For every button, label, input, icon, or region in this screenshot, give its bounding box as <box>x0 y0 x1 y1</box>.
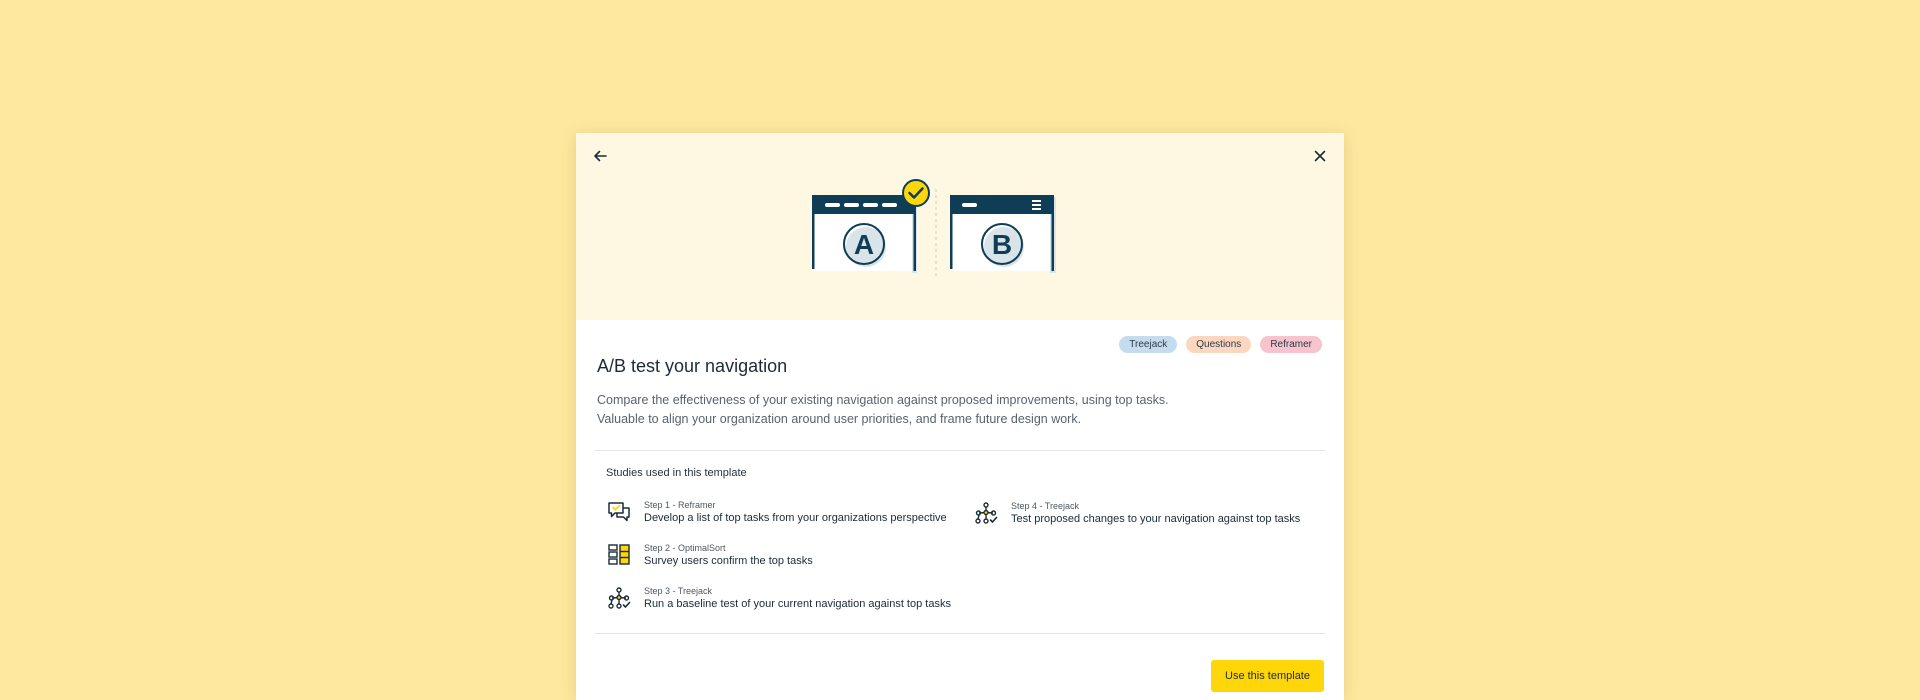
treejack-tree-icon <box>608 587 631 609</box>
template-description: Compare the effectiveness of your existi… <box>597 391 1317 429</box>
study-type-tags: Treejack Questions Reframer <box>1119 336 1322 353</box>
treejack-tree-icon <box>975 502 998 524</box>
step-description: Run a baseline test of your current navi… <box>644 598 951 610</box>
study-step-3: Step 3 - Treejack Run a baseline test of… <box>606 585 951 611</box>
close-icon <box>1314 150 1326 162</box>
reframer-chat-icon <box>608 502 630 522</box>
variant-a-letter: A <box>854 229 874 260</box>
variant-b-window: B <box>950 195 1056 273</box>
studies-heading: Studies used in this template <box>606 467 747 479</box>
optimalsort-cards-icon <box>608 544 630 565</box>
tag-reframer: Reframer <box>1260 336 1322 353</box>
ab-test-illustration: A B <box>812 179 1056 279</box>
step-label: Step 3 - Treejack <box>644 586 713 596</box>
divider <box>595 450 1325 451</box>
tag-treejack: Treejack <box>1119 336 1178 353</box>
step-description: Survey users confirm the top tasks <box>644 555 813 567</box>
step-description: Develop a list of top tasks from your or… <box>644 512 947 524</box>
study-step-1: Step 1 - Reframer Develop a list of top … <box>606 499 947 525</box>
study-step-2: Step 2 - OptimalSort Survey users confir… <box>606 542 813 568</box>
check-badge-icon <box>902 179 930 207</box>
description-line-1: Compare the effectiveness of your existi… <box>597 393 1169 407</box>
close-button[interactable] <box>1306 142 1334 170</box>
variant-a-window: A <box>812 179 930 273</box>
arrow-left-icon <box>594 150 607 162</box>
description-line-2: Valuable to align your organization arou… <box>597 412 1082 426</box>
step-label: Step 2 - OptimalSort <box>644 543 726 553</box>
step-label: Step 4 - Treejack <box>1011 501 1080 511</box>
template-modal: A B Treejack Questions Reframer A/B test… <box>576 133 1344 700</box>
template-hero: A B <box>576 133 1344 320</box>
step-label: Step 1 - Reframer <box>644 500 716 510</box>
variant-b-letter: B <box>992 229 1012 260</box>
template-title: A/B test your navigation <box>597 356 788 376</box>
study-step-4: Step 4 - Treejack Test proposed changes … <box>973 500 1300 526</box>
tag-questions: Questions <box>1186 336 1252 353</box>
back-button[interactable] <box>586 142 614 170</box>
divider <box>595 633 1325 634</box>
step-description: Test proposed changes to your navigation… <box>1011 513 1301 525</box>
use-template-button[interactable]: Use this template <box>1211 660 1324 692</box>
